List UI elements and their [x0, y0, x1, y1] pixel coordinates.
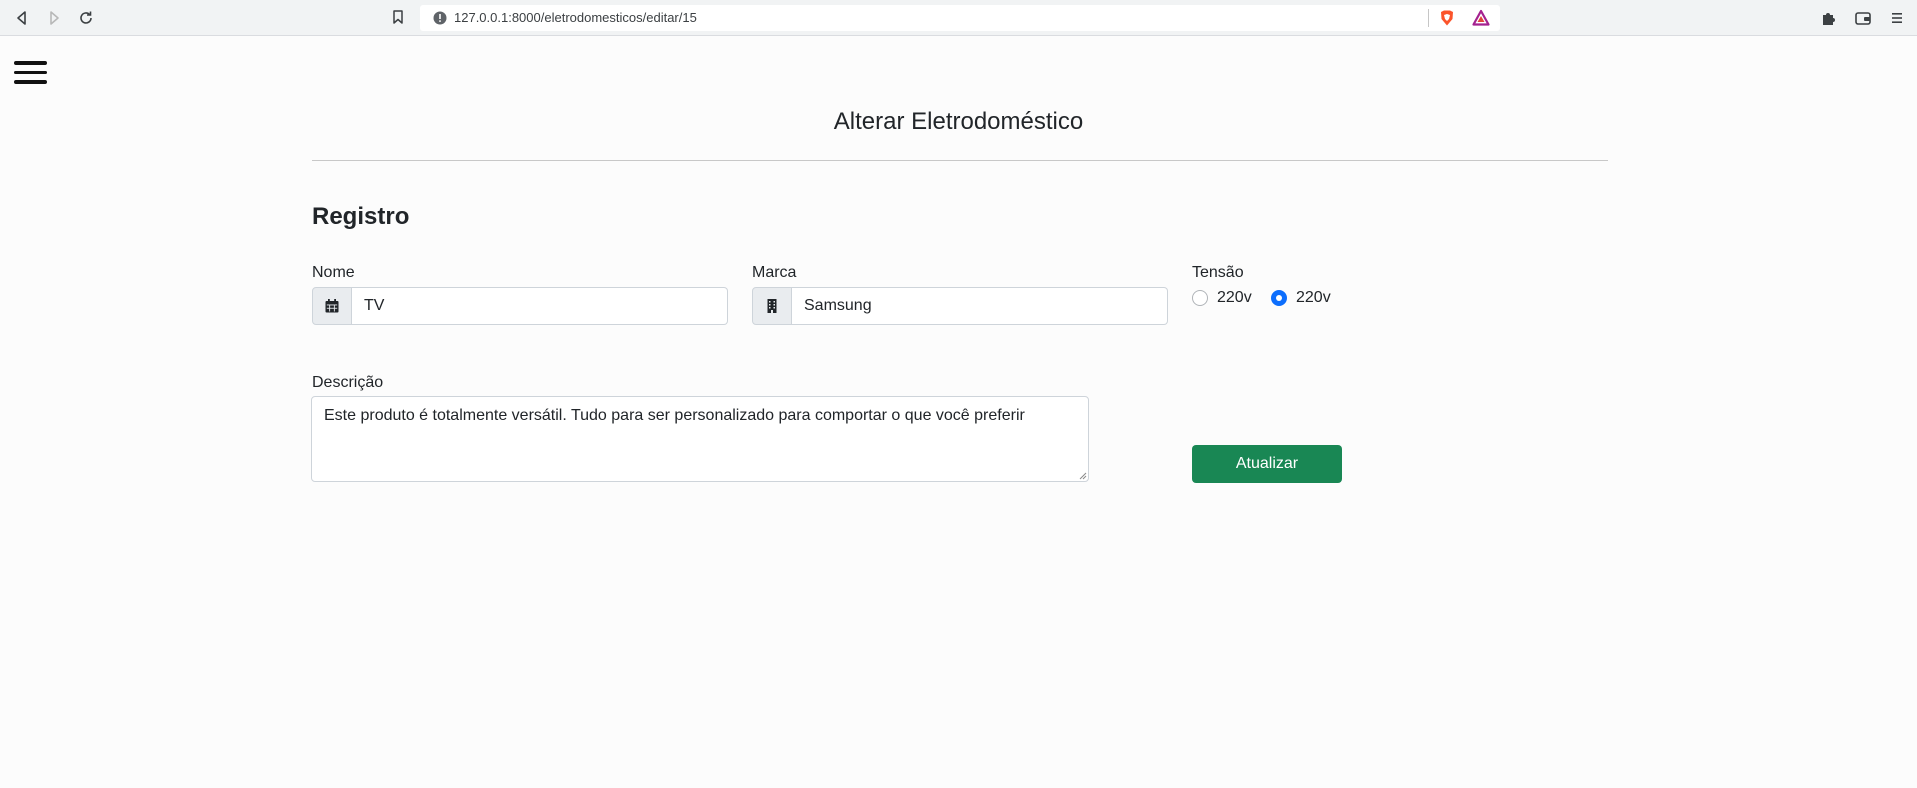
back-icon: [17, 11, 26, 25]
brave-rewards-icon[interactable]: [1472, 9, 1490, 27]
marca-input[interactable]: [792, 287, 1168, 325]
building-icon: [767, 299, 777, 313]
bookmark-icon[interactable]: [390, 9, 406, 25]
resize-grip-icon[interactable]: [1077, 470, 1087, 480]
reload-button[interactable]: [76, 8, 96, 28]
tensao-radio-1[interactable]: [1192, 290, 1208, 306]
back-button[interactable]: [12, 8, 32, 28]
section-title: Registro: [312, 203, 410, 230]
marca-label: Marca: [752, 264, 797, 281]
brave-shield-icon[interactable]: [1438, 9, 1456, 27]
browser-toolbar: 127.0.0.1:8000/eletrodomesticos/editar/1…: [0, 0, 1917, 36]
wallet-icon[interactable]: [1854, 9, 1872, 27]
address-bar[interactable]: 127.0.0.1:8000/eletrodomesticos/editar/1…: [420, 5, 1500, 31]
tensao-option-2[interactable]: 220v: [1271, 289, 1331, 307]
marca-addon: [752, 287, 792, 325]
reload-icon: [80, 11, 92, 24]
nome-input-group: [312, 287, 728, 325]
descricao-textarea[interactable]: Este produto é totalmente versátil. Tudo…: [311, 396, 1089, 482]
site-info-icon[interactable]: [432, 10, 448, 26]
tensao-label: Tensão: [1192, 264, 1244, 281]
hamburger-line: [14, 61, 47, 65]
hamburger-line: [14, 80, 47, 84]
nome-addon: [312, 287, 352, 325]
hamburger-menu-button[interactable]: [14, 61, 48, 87]
nome-label: Nome: [312, 264, 355, 281]
tensao-option-2-label: 220v: [1296, 289, 1331, 306]
page-title: Alterar Eletrodoméstico: [833, 108, 1084, 135]
title-divider: [312, 160, 1608, 161]
marca-input-group: [752, 287, 1168, 325]
url-text: 127.0.0.1:8000/eletrodomesticos/editar/1…: [454, 10, 697, 25]
forward-button[interactable]: [44, 8, 64, 28]
tensao-option-1-label: 220v: [1217, 289, 1252, 306]
hamburger-line: [14, 70, 47, 74]
nome-input[interactable]: [352, 287, 728, 325]
atualizar-button[interactable]: Atualizar: [1192, 445, 1342, 483]
forward-icon: [50, 11, 59, 25]
url-separator: [1428, 9, 1429, 27]
tensao-option-1[interactable]: 220v: [1192, 289, 1252, 307]
descricao-label: Descrição: [312, 374, 384, 391]
calendar-icon: [325, 299, 339, 313]
tensao-radio-2[interactable]: [1271, 290, 1287, 306]
extensions-icon[interactable]: [1820, 9, 1838, 27]
menu-icon[interactable]: [1888, 9, 1906, 27]
